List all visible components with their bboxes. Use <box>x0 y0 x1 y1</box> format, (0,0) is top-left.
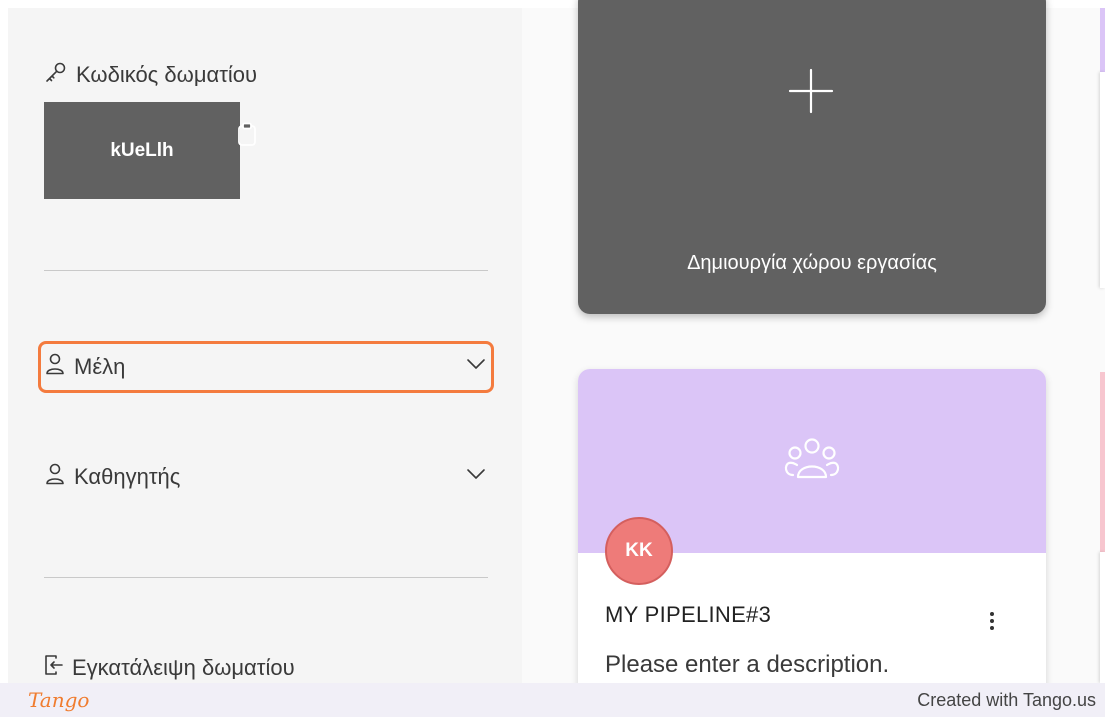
room-code-label: Κωδικός δωματίου <box>76 62 258 87</box>
footer-credit: Created with Tango.us <box>917 689 1096 710</box>
plus-icon <box>786 66 836 121</box>
key-icon <box>44 60 68 90</box>
workspace-description: Please enter a description. <box>605 651 890 678</box>
leave-room-label: Εγκατάλειψη δωματίου <box>72 655 295 680</box>
create-workspace-label: Δημιουργία χώρου εργασίας <box>687 252 937 274</box>
workspace-title: MY PIPELINE#3 <box>605 602 772 627</box>
user-icon <box>44 352 66 382</box>
exit-icon <box>44 654 64 682</box>
room-code-value: kUeLlh <box>110 139 174 161</box>
leave-room-button[interactable]: Εγκατάλειψη δωματίου <box>44 654 295 682</box>
offscreen-card-edge <box>1100 72 1105 288</box>
tango-logo: Tango <box>28 688 90 712</box>
create-workspace-card[interactable]: Δημιουργία χώρου εργασίας <box>578 0 1046 314</box>
avatar: KK <box>605 517 673 585</box>
chevron-down-icon[interactable] <box>464 352 488 382</box>
offscreen-card-edge <box>1100 552 1105 683</box>
kebab-menu-icon[interactable] <box>986 609 998 633</box>
divider <box>44 577 488 578</box>
offscreen-card-edge <box>1100 372 1105 552</box>
offscreen-card-edge <box>1100 8 1105 72</box>
room-code-box[interactable]: kUeLlh <box>44 102 256 199</box>
workspace-card[interactable]: KK MY PIPELINE#3 Please enter a descript… <box>578 369 1046 709</box>
room-code-heading: Κωδικός δωματίου <box>44 60 257 90</box>
group-icon <box>781 435 843 492</box>
teacher-label: Καθηγητής <box>74 464 181 489</box>
clipboard-icon[interactable] <box>237 122 259 153</box>
divider <box>44 270 488 271</box>
members-label: Μέλη <box>74 354 126 379</box>
chevron-down-icon[interactable] <box>464 462 488 492</box>
teacher-accordion[interactable]: Καθηγητής <box>44 457 488 497</box>
footer-bar: Tango Created with Tango.us <box>0 683 1105 717</box>
user-icon <box>44 462 66 492</box>
members-accordion[interactable]: Μέλη <box>44 347 488 387</box>
